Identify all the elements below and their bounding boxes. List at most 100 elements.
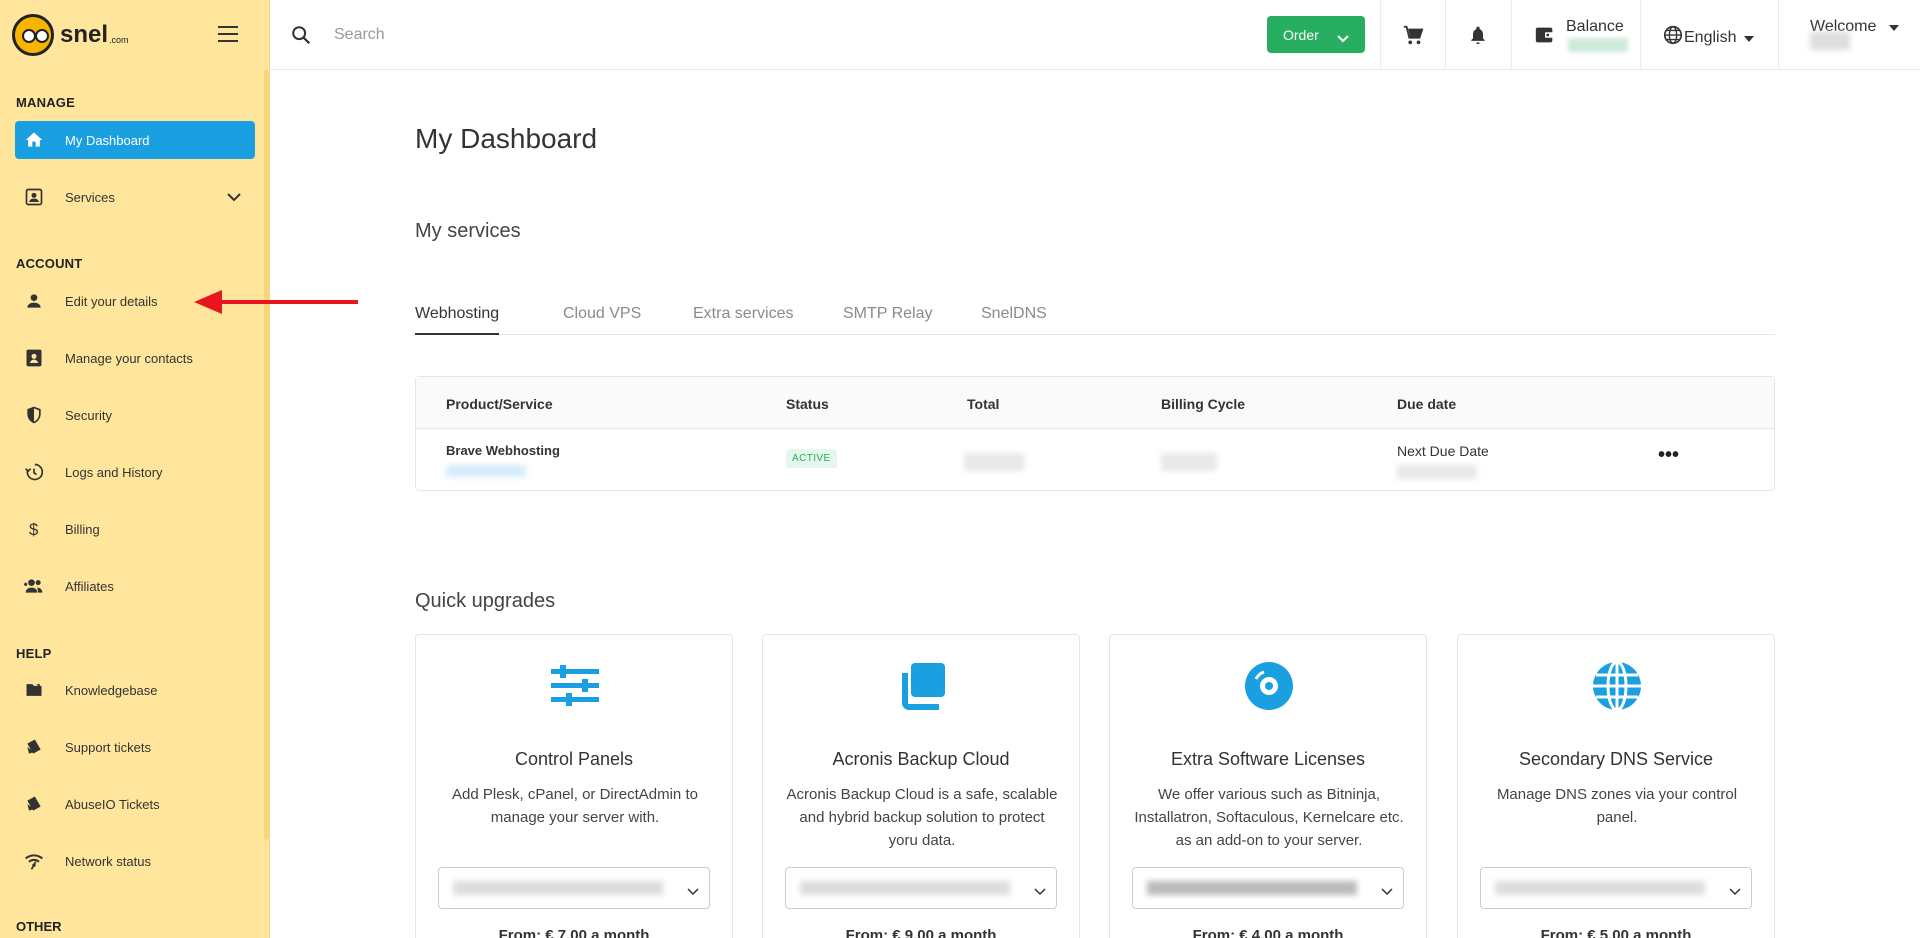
plan-select[interactable] xyxy=(785,867,1057,909)
select-value-blurred xyxy=(800,881,1010,895)
column-header: Total xyxy=(967,396,1000,412)
sidebar-item-abuseio-tickets[interactable]: AbuseIO Tickets xyxy=(15,785,255,823)
upgrade-card-secondary-dns: Secondary DNS Service Manage DNS zones v… xyxy=(1457,634,1775,938)
sidebar-item-label: Knowledgebase xyxy=(65,682,158,698)
sidebar-item-network-status[interactable]: Network status xyxy=(15,842,255,880)
chevron-down-icon xyxy=(1034,883,1046,901)
menu-toggle-icon[interactable] xyxy=(218,26,238,42)
sidebar-item-dashboard[interactable]: My Dashboard xyxy=(15,121,255,159)
brand-name: snel xyxy=(60,21,109,48)
sidebar-item-knowledgebase[interactable]: Knowledgebase xyxy=(15,671,255,709)
topbar: Order Balance English Welcome xyxy=(270,0,1920,70)
tab-sneldns[interactable]: SnelDNS xyxy=(981,305,1047,335)
card-description: Add Plesk, cPanel, or DirectAdmin to man… xyxy=(452,786,698,826)
sidebar-item-label: Billing xyxy=(65,521,100,537)
shield-icon xyxy=(23,404,45,426)
sidebar-item-security[interactable]: Security xyxy=(15,396,255,434)
user-name-blurred xyxy=(1810,32,1850,50)
column-header: Billing Cycle xyxy=(1161,396,1246,412)
card-price: From: € 4.00 a month xyxy=(1192,927,1344,938)
plan-select[interactable] xyxy=(438,867,710,909)
card-price: From: € 7.00 a month xyxy=(498,927,650,938)
column-header: Product/Service xyxy=(446,396,553,412)
wallet-icon[interactable] xyxy=(1534,24,1556,51)
sidebar-item-label: Network status xyxy=(65,853,151,869)
divider xyxy=(1445,0,1446,70)
balance-label: Balance xyxy=(1566,18,1624,35)
status-badge: ACTIVE xyxy=(786,449,837,468)
sidebar-item-label: Security xyxy=(65,407,112,423)
section-other: OTHER xyxy=(16,919,62,934)
tab-webhosting[interactable]: Webhosting xyxy=(415,305,500,335)
column-header: Due date xyxy=(1397,396,1457,412)
sidebar: snel .com MANAGE My Dashboard Services A… xyxy=(0,0,270,938)
services-table: Product/Service Status Total Billing Cyc… xyxy=(415,376,1775,491)
language-selector[interactable]: English xyxy=(1662,24,1755,51)
chevron-down-icon xyxy=(1729,883,1741,901)
tab-extra-services[interactable]: Extra services xyxy=(693,305,793,335)
product-domain-blurred xyxy=(446,465,526,477)
copy-icon xyxy=(897,661,947,711)
tab-cloud-vps[interactable]: Cloud VPS xyxy=(563,305,641,335)
chevron-down-icon xyxy=(227,190,241,205)
user-menu[interactable]: Welcome xyxy=(1810,18,1899,50)
affiliates-icon xyxy=(23,575,45,597)
brand-logo[interactable]: snel .com xyxy=(12,14,129,56)
bell-icon[interactable] xyxy=(1468,24,1488,51)
sidebar-scrollbar[interactable] xyxy=(264,70,269,840)
section-account: ACCOUNT xyxy=(16,256,83,271)
sidebar-item-label: My Dashboard xyxy=(65,132,150,148)
dollar-icon: $ xyxy=(23,518,45,540)
sidebar-item-contacts[interactable]: Manage your contacts xyxy=(15,339,255,377)
divider xyxy=(1640,0,1641,70)
table-header: Product/Service Status Total Billing Cyc… xyxy=(416,377,1774,429)
divider xyxy=(1380,0,1381,70)
chevron-down-icon xyxy=(687,883,699,901)
order-button[interactable]: Order xyxy=(1267,16,1365,53)
billing-cycle-blurred xyxy=(1161,453,1217,471)
column-header: Status xyxy=(786,396,829,412)
upgrade-card-software-licenses: Extra Software Licenses We offer various… xyxy=(1109,634,1427,938)
chevron-down-icon xyxy=(1381,883,1393,901)
balance-value xyxy=(1568,38,1628,52)
home-icon xyxy=(23,129,45,151)
plan-select[interactable] xyxy=(1132,867,1404,909)
select-value-blurred xyxy=(1495,881,1705,895)
select-value-blurred xyxy=(1147,881,1357,895)
annotation-arrow-icon xyxy=(194,290,358,314)
caret-down-icon xyxy=(1744,29,1755,47)
services-icon xyxy=(23,186,45,208)
sidebar-item-affiliates[interactable]: Affiliates xyxy=(15,567,255,605)
sidebar-item-services[interactable]: Services xyxy=(15,178,255,216)
card-title: Extra Software Licenses xyxy=(1170,749,1366,769)
total-blurred xyxy=(964,453,1024,471)
product-name[interactable]: Brave Webhosting xyxy=(446,443,560,458)
sidebar-item-billing[interactable]: $ Billing xyxy=(15,510,255,548)
contacts-icon xyxy=(23,347,45,369)
search-input[interactable] xyxy=(334,20,934,50)
folder-icon xyxy=(23,679,45,701)
sidebar-item-label: Logs and History xyxy=(65,464,163,480)
divider xyxy=(1778,0,1779,70)
history-icon xyxy=(23,461,45,483)
ticket-icon xyxy=(23,736,45,758)
due-date-blurred xyxy=(1397,465,1477,479)
card-title: Secondary DNS Service xyxy=(1518,749,1714,769)
more-options-icon[interactable]: ••• xyxy=(1658,444,1679,467)
language-label: English xyxy=(1684,28,1737,46)
globe-icon xyxy=(1662,24,1684,51)
caret-down-icon xyxy=(1888,18,1899,35)
cart-icon[interactable] xyxy=(1402,24,1424,51)
section-help: HELP xyxy=(16,646,52,661)
divider xyxy=(1511,0,1512,70)
sidebar-item-label: Support tickets xyxy=(65,739,151,755)
sidebar-item-logs[interactable]: Logs and History xyxy=(15,453,255,491)
sliders-icon xyxy=(550,661,600,711)
plan-select[interactable] xyxy=(1480,867,1752,909)
search-icon[interactable] xyxy=(290,24,312,51)
sidebar-item-label: Services xyxy=(65,189,115,205)
sidebar-item-support-tickets[interactable]: Support tickets xyxy=(15,728,255,766)
card-description: We offer various such as Bitninja, Insta… xyxy=(1134,786,1404,849)
tab-smtp-relay[interactable]: SMTP Relay xyxy=(843,305,933,335)
service-tabs: Webhosting Cloud VPS Extra services SMTP… xyxy=(415,305,1775,335)
